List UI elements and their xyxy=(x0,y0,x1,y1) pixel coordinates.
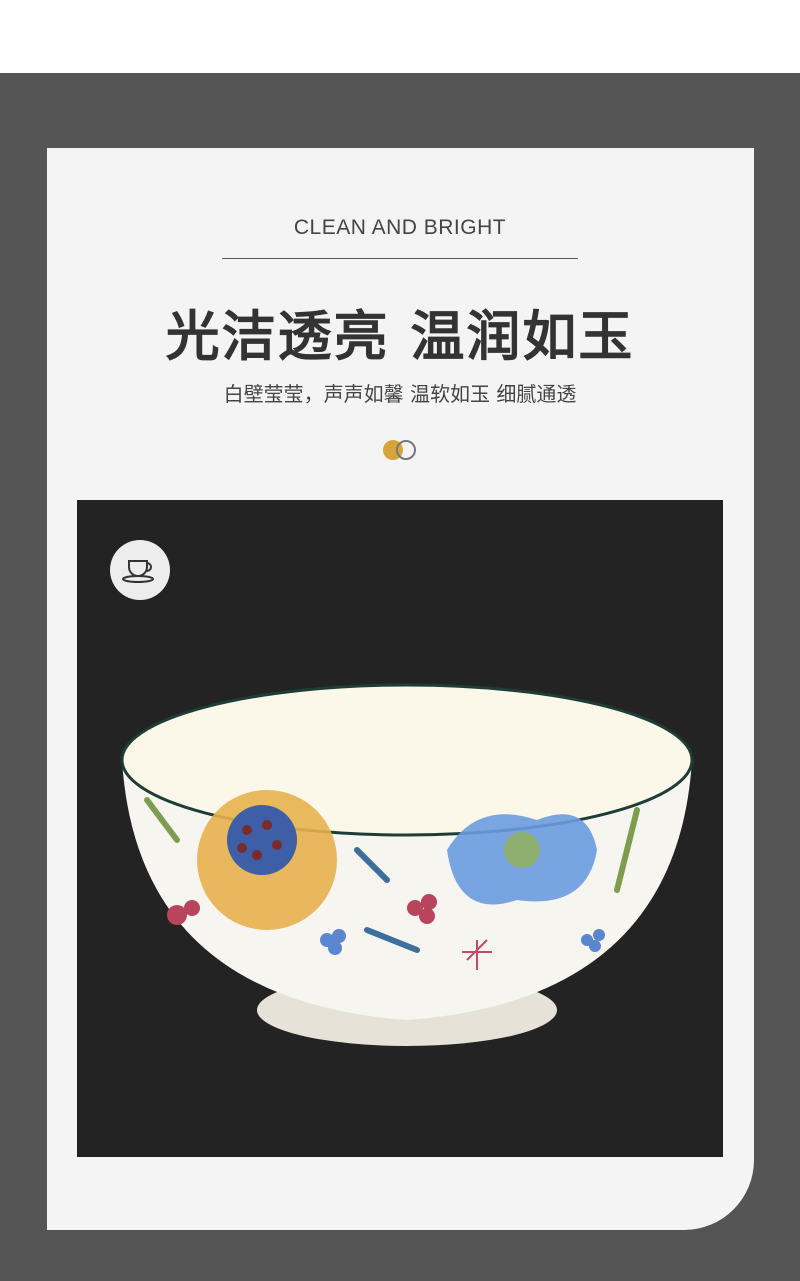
coffee-cup-icon xyxy=(110,540,170,600)
eyebrow-divider xyxy=(222,258,578,259)
two-circles-icon xyxy=(383,440,416,460)
product-photo xyxy=(77,500,723,1157)
page-title: 光洁透亮 温润如玉 xyxy=(165,305,635,368)
page-subtitle: 白壁莹莹，声声如馨 温软如玉 细腻通透 xyxy=(223,382,577,406)
eyebrow-english-heading: CLEAN AND BRIGHT xyxy=(293,216,507,239)
top-strip xyxy=(0,0,800,73)
floral-bowl-image xyxy=(120,683,694,1046)
